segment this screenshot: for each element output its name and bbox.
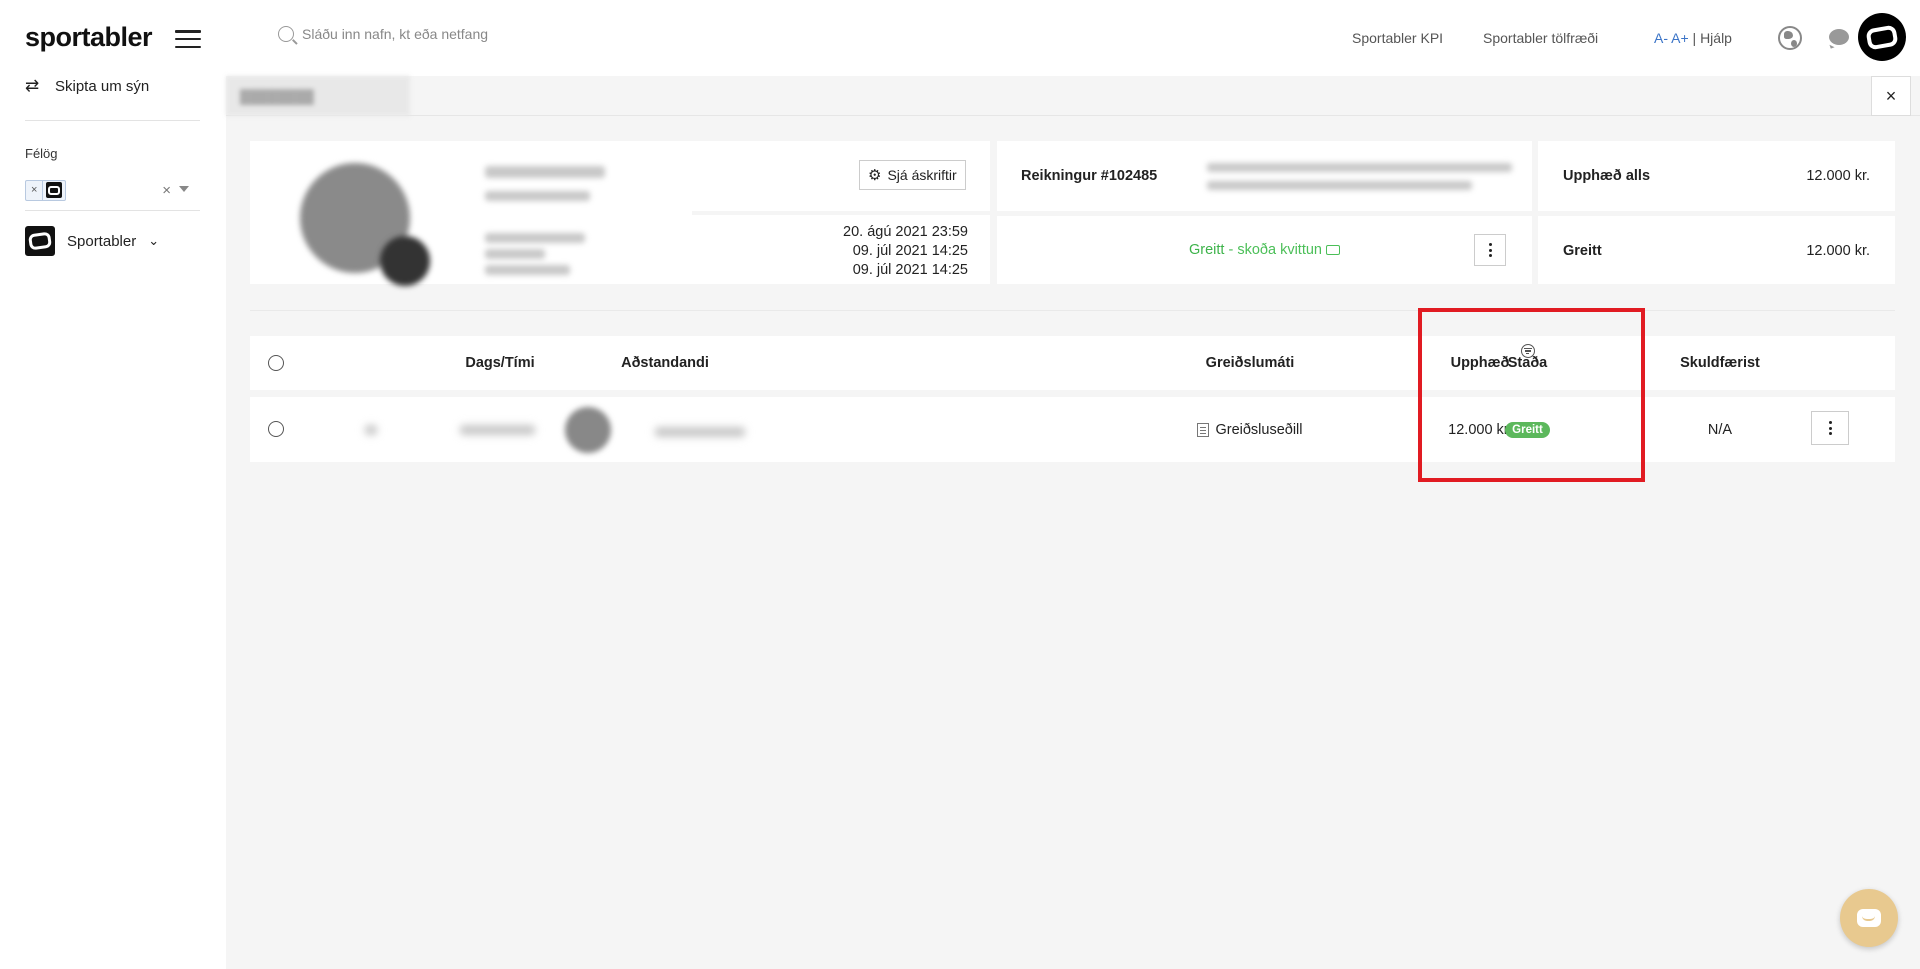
dropdown-caret-icon[interactable] [179,186,189,192]
column-datetime[interactable]: Dags/Tími [420,336,580,390]
view-receipt-label: - skoða kvittun [1224,242,1322,258]
clubs-select[interactable]: × × [25,176,193,204]
row-id-blurred [365,425,377,435]
member-photo-badge [380,236,430,286]
document-icon [1197,422,1210,437]
dates-list: 20. ágú 2021 23:59 09. júl 2021 14:25 09… [843,223,968,280]
user-avatar[interactable] [1858,13,1906,61]
topbar: Sportabler KPI Sportabler tölfræði A- A+… [226,0,1920,76]
status-cell: Greitt [1422,397,1633,462]
filter-icon[interactable] [1520,344,1535,358]
payment-method-cell: Greiðsluseðill [1150,397,1350,462]
open-tab[interactable]: ████████ [226,76,410,116]
separator: | [1692,30,1697,46]
table-header: Dags/Tími Aðstandandi Greiðslumáti Upphæ… [250,336,1895,390]
clear-selection-icon[interactable]: × [162,182,171,199]
globe-icon[interactable] [1778,26,1802,50]
date-updated: 09. júl 2021 14:25 [852,262,968,278]
debit-cell: N/A [1707,421,1733,438]
date-created: 09. júl 2021 14:25 [852,243,968,259]
paid-amount-card: Greitt 12.000 kr. [1538,216,1895,284]
column-payment-method[interactable]: Greiðslumáti [1150,336,1350,390]
close-icon[interactable]: × [1871,76,1911,116]
club-logo-icon [46,182,63,198]
receipt-link[interactable]: Greitt - skoða kvittun [997,242,1532,258]
status-badge: Greitt [1505,421,1550,438]
column-guardian[interactable]: Aðstandandi [590,336,740,390]
switch-view-button[interactable]: ⇄ Skipta um sýn [25,76,149,96]
sidebar: sportabler ⇄ Skipta um sýn Félög × × Spo… [0,0,226,969]
select-all-radio[interactable] [268,355,284,371]
invoice-more-menu-button[interactable] [1474,234,1506,266]
support-chat-button[interactable] [1840,889,1898,947]
help-link[interactable]: Hjálp [1700,30,1732,46]
org-switcher[interactable]: Sportabler ⌄ [25,226,159,256]
hamburger-menu-icon[interactable] [175,30,201,48]
kpi-link[interactable]: Sportabler KPI [1352,30,1443,46]
app-logo[interactable]: sportabler [25,22,153,53]
chat-icon[interactable] [1829,29,1849,45]
member-info-blurred [485,191,590,201]
profile-card: ⚙ Sjá áskriftir 20. ágú 2021 23:59 09. j… [250,141,990,286]
guardian-avatar [565,407,611,453]
invoice-desc-blurred [1207,181,1472,190]
payment-method-value: Greiðsluseðill [1215,421,1303,438]
column-debit[interactable]: Skuldfærist [1645,336,1795,390]
member-name-blurred [485,166,605,178]
tab-strip: ████████ [226,76,1920,116]
card-separator [692,211,990,215]
invoice-desc-blurred [1207,163,1512,172]
member-info-blurred [485,265,570,275]
search-icon [278,26,294,42]
club-chip: × [25,179,67,201]
clubs-label: Félög [25,146,58,161]
search-box [278,26,632,42]
column-status[interactable]: Staða [1422,336,1633,390]
sidebar-divider [25,120,200,121]
row-date-blurred [460,425,535,435]
total-value: 12.000 kr. [1806,168,1870,184]
org-name: Sportabler [67,232,137,250]
table-row[interactable]: Greiðsluseðill 12.000 kr. Greitt N/A [250,397,1895,462]
total-amount-card: Upphæð alls 12.000 kr. [1538,141,1895,211]
row-select-radio[interactable] [268,421,284,437]
member-info-blurred [485,233,585,243]
font-size-controls: A- A+ | Hjálp [1654,30,1732,46]
member-info-blurred [485,249,545,259]
row-blurred-content [310,397,920,462]
chat-bubble-icon [1857,909,1881,927]
gear-icon: ⚙ [868,167,882,184]
chevron-down-icon: ⌄ [148,233,160,248]
receipt-icon [1325,245,1340,256]
switch-view-label: Skipta um sýn [55,77,150,95]
date-due: 20. ágú 2021 23:59 [843,224,968,240]
invoice-card: Reikningur #102485 [997,141,1532,211]
see-subscriptions-label: Sjá áskriftir [887,167,957,183]
font-increase-button[interactable]: A+ [1671,30,1689,46]
section-divider [250,310,1895,311]
font-decrease-button[interactable]: A- [1654,30,1668,46]
invoice-status-card: Greitt - skoða kvittun [997,216,1532,284]
swap-arrows-icon: ⇄ [25,76,40,95]
sportabler-logo-icon [25,226,55,256]
paid-label: Greitt [1563,243,1602,259]
guardian-name-blurred [655,427,745,437]
row-more-menu-button[interactable] [1811,411,1849,445]
sidebar-divider [25,210,200,211]
chip-remove-icon[interactable]: × [26,180,44,200]
search-input[interactable] [302,26,632,42]
stats-link[interactable]: Sportabler tölfræði [1483,30,1598,46]
paid-value: 12.000 kr. [1806,243,1870,259]
invoice-status: Greitt [1189,242,1225,258]
see-subscriptions-button[interactable]: ⚙ Sjá áskriftir [859,160,966,190]
invoice-title: Reikningur #102485 [1021,168,1158,184]
total-label: Upphæð alls [1563,168,1651,184]
